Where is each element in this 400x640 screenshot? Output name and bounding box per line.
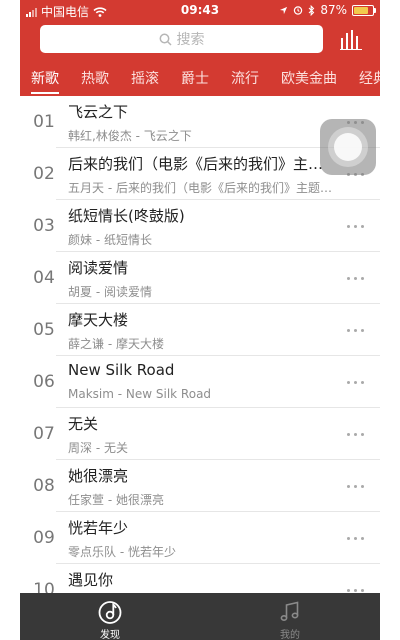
song-row[interactable]: 10 遇见你 xyxy=(20,564,380,593)
more-options-icon[interactable] xyxy=(346,426,366,442)
app-header: 中国电信 09:43 87% 搜索 新歌 热歌 摇滚 爵士 流行 欧美金曲 经 xyxy=(20,0,380,96)
song-title: New Silk Road xyxy=(68,361,175,379)
song-rank: 06 xyxy=(33,372,55,392)
equalizer-icon[interactable] xyxy=(340,30,362,50)
song-rank: 08 xyxy=(33,476,55,496)
song-rank: 04 xyxy=(33,268,55,288)
tab-discover-label: 发现 xyxy=(100,630,120,640)
song-artist-album: 零点乐队 - 恍若年少 xyxy=(68,545,176,559)
bottom-tab-bar: 发现 我的 xyxy=(20,593,380,640)
song-rank: 09 xyxy=(33,528,55,548)
tab-category-5[interactable]: 欧美金曲 xyxy=(270,64,348,96)
music-disc-icon xyxy=(98,601,122,624)
category-tabs: 新歌热歌摇滚爵士流行欧美金曲经典 xyxy=(20,64,380,96)
more-options-icon[interactable] xyxy=(346,270,366,286)
tab-category-4[interactable]: 流行 xyxy=(220,64,270,96)
more-options-icon[interactable] xyxy=(346,530,366,546)
song-title: 纸短情长(咚鼓版) xyxy=(68,207,185,225)
song-artist-album: 韩红,林俊杰 - 飞云之下 xyxy=(68,129,192,143)
song-title: 后来的我们（电影《后来的我们》主题曲） xyxy=(68,155,336,173)
battery-percent: 87% xyxy=(320,3,347,17)
song-row[interactable]: 06 New Silk Road Maksim - New Silk Road xyxy=(20,356,380,408)
status-right: 87% xyxy=(279,3,376,17)
song-title: 她很漂亮 xyxy=(68,467,129,485)
song-artist-album: Maksim - New Silk Road xyxy=(68,387,212,401)
more-options-icon[interactable] xyxy=(346,478,366,494)
tab-mine-label: 我的 xyxy=(280,630,300,640)
song-title: 无关 xyxy=(68,415,99,433)
music-note-icon xyxy=(280,601,299,621)
song-title: 飞云之下 xyxy=(68,103,129,121)
battery-icon xyxy=(352,4,376,16)
song-artist-album: 五月天 - 后来的我们（电影《后来的我们》主题曲） xyxy=(68,181,336,195)
song-title: 阅读爱情 xyxy=(68,259,129,277)
search-icon xyxy=(159,33,172,46)
more-options-icon[interactable] xyxy=(346,582,366,593)
song-row[interactable]: 07 无关周深 - 无关 xyxy=(20,408,380,460)
song-artist-album: 薛之谦 - 摩天大楼 xyxy=(68,337,164,351)
app-screen: 中国电信 09:43 87% 搜索 新歌 热歌 摇滚 爵士 流行 欧美金曲 经 … xyxy=(20,0,380,640)
more-options-icon[interactable] xyxy=(346,322,366,338)
song-row[interactable]: 03 纸短情长(咚鼓版) 颜妹 - 纸短情长 xyxy=(20,200,380,252)
song-rank: 02 xyxy=(33,164,55,184)
tab-category-0[interactable]: 新歌 xyxy=(20,64,70,96)
tab-category-3[interactable]: 爵士 xyxy=(170,64,220,96)
song-title: 摩天大楼 xyxy=(68,311,129,329)
tab-category-2[interactable]: 摇滚 xyxy=(120,64,170,96)
song-row[interactable]: 04 阅读爱情胡夏 - 阅读爱情 xyxy=(20,252,380,304)
tab-category-1[interactable]: 热歌 xyxy=(70,64,120,96)
song-row[interactable]: 08 她很漂亮任家萱 - 她很漂亮 xyxy=(20,460,380,512)
more-options-icon[interactable] xyxy=(346,218,366,234)
search-placeholder: 搜索 xyxy=(176,32,205,48)
song-row[interactable]: 05 摩天大楼薛之谦 - 摩天大楼 xyxy=(20,304,380,356)
song-rank: 01 xyxy=(33,112,55,132)
song-artist-album: 周深 - 无关 xyxy=(68,441,128,455)
more-options-icon[interactable] xyxy=(346,374,366,390)
assistive-touch-inner-dot xyxy=(334,133,362,161)
tab-category-6[interactable]: 经典 xyxy=(348,64,380,96)
song-artist-album: 颜妹 - 纸短情长 xyxy=(68,233,152,247)
bluetooth-icon xyxy=(308,4,315,16)
alarm-icon xyxy=(294,6,303,15)
song-title: 恍若年少 xyxy=(68,519,129,537)
status-bar: 中国电信 09:43 87% xyxy=(20,0,380,20)
assistive-touch-button[interactable] xyxy=(320,119,376,175)
song-row[interactable]: 09 恍若年少零点乐队 - 恍若年少 xyxy=(20,512,380,564)
song-rank: 05 xyxy=(33,320,55,340)
song-title: 遇见你 xyxy=(68,571,114,589)
location-icon xyxy=(280,6,288,14)
song-artist-album: 任家萱 - 她很漂亮 xyxy=(68,493,164,507)
song-rank: 10 xyxy=(33,580,55,593)
song-rank: 03 xyxy=(33,216,55,236)
tab-mine[interactable]: 我的 xyxy=(200,593,380,640)
song-artist-album: 胡夏 - 阅读爱情 xyxy=(68,285,152,299)
battery-fill xyxy=(354,6,368,14)
song-rank: 07 xyxy=(33,424,55,444)
tab-discover[interactable]: 发现 xyxy=(20,593,200,640)
search-bar[interactable]: 搜索 xyxy=(40,25,323,53)
